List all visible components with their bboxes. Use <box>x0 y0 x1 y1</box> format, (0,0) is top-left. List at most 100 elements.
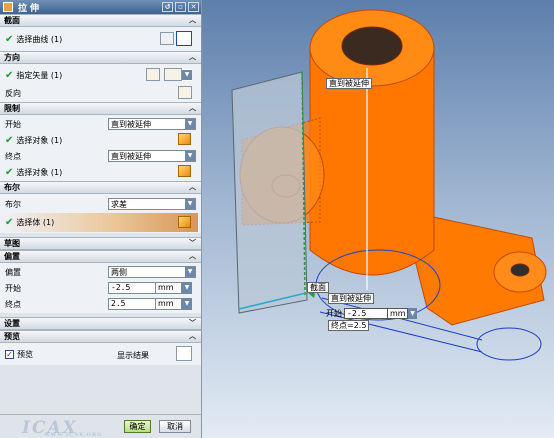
chevron-down-icon: ▼ <box>185 151 195 161</box>
end-limit-row: 终点 直到被延伸 ▼ <box>3 148 198 164</box>
section-header-section[interactable]: 截面 ︿ <box>0 14 201 27</box>
watermark-url: WWW.ICAX.ORG <box>44 432 103 438</box>
start-offset-overlay: 开始 -2.5 mm ▼ <box>326 307 417 319</box>
extrude-icon <box>3 2 13 12</box>
limit-tag-bottom[interactable]: 直到被延伸 <box>328 293 374 304</box>
icax-watermark-logo: ICAX WWW.ICAX.ORG <box>22 418 132 438</box>
checkmark-icon: ✔ <box>5 166 14 178</box>
ok-button[interactable]: 确定 <box>124 420 151 433</box>
extrude-dialog: 拉伸 ↺ ▫ ✕ 截面 ︿ ✔ 选择曲线 (1) 方向 ︿ ✔ 指定矢量 (1)… <box>0 0 202 438</box>
boolean-row: 布尔 求差 ▼ <box>3 195 198 213</box>
cancel-button[interactable]: 取消 <box>159 420 191 433</box>
chevron-up-icon[interactable]: ︿ <box>188 104 197 113</box>
section-title: 设置 <box>4 319 20 328</box>
section-title: 预览 <box>4 332 20 341</box>
vector-type-icon[interactable] <box>164 68 182 81</box>
reverse-row: 反向 <box>3 85 198 101</box>
checkmark-icon: ✔ <box>5 217 14 228</box>
chevron-up-icon[interactable]: ︿ <box>188 252 197 261</box>
offset-type-row: 偏置 两侧 ▼ <box>3 264 198 280</box>
show-result-label: 显示结果 <box>117 351 149 360</box>
chevron-down-icon: ▼ <box>185 267 195 277</box>
lower-hole <box>510 263 530 277</box>
offset-end-value[interactable]: 2.5 <box>108 298 156 310</box>
offset-start-value[interactable]: -2.5 <box>108 282 156 294</box>
preview-checkbox[interactable]: ✓ <box>5 349 14 359</box>
offset-type-select[interactable]: 两侧 ▼ <box>108 266 196 278</box>
section-header-draft[interactable]: 草图 ﹀ <box>0 237 201 250</box>
chevron-up-icon[interactable]: ︿ <box>188 183 197 192</box>
checkmark-icon: ✔ <box>5 33 14 45</box>
checkmark-icon: ✔ <box>5 69 14 81</box>
start-limit-select[interactable]: 直到被延伸 ▼ <box>108 118 196 130</box>
select-body-label: 选择体 (1) <box>16 218 55 227</box>
section-title: 方向 <box>4 53 20 62</box>
end-select-object-label: 选择对象 (1) <box>16 167 63 177</box>
overlay-start-input[interactable]: -2.5 <box>344 307 388 319</box>
chevron-up-icon[interactable]: ︿ <box>188 53 197 62</box>
maximize-icon[interactable]: ▫ <box>175 2 186 12</box>
chevron-down-icon[interactable]: ▼ <box>182 282 192 294</box>
preview-row: ✓ 预览 显示结果 <box>3 344 198 364</box>
section-plane <box>231 71 308 314</box>
chevron-up-icon[interactable]: ︿ <box>188 16 197 25</box>
start-select-object-row[interactable]: ✔ 选择对象 (1) <box>3 132 198 148</box>
chevron-down-icon: ▼ <box>185 119 195 129</box>
overlay-start-unit: mm <box>388 307 408 319</box>
offset-end-input[interactable]: 2.5 mm ▼ <box>108 298 196 310</box>
section-header-preview[interactable]: 预览 ︿ <box>0 330 201 343</box>
dialog-title: 拉伸 <box>18 3 43 14</box>
cylinder-bore <box>341 26 403 66</box>
offset-start-input[interactable]: -2.5 mm ▼ <box>108 282 196 294</box>
chevron-down-icon[interactable]: ▼ <box>182 298 192 310</box>
chevron-down-icon[interactable]: ▼ <box>408 307 417 319</box>
section-header-boolean[interactable]: 布尔 ︿ <box>0 181 201 194</box>
close-icon[interactable]: ✕ <box>188 2 199 12</box>
reset-icon[interactable]: ↺ <box>162 2 173 12</box>
end-limit-select[interactable]: 直到被延伸 ▼ <box>108 150 196 162</box>
sketch-section-icon[interactable] <box>160 32 174 45</box>
offset-start-unit: mm <box>156 282 182 294</box>
vector-dialog-icon[interactable] <box>146 68 160 81</box>
section-header-limits[interactable]: 限制 ︿ <box>0 102 201 115</box>
vector-type-dropdown[interactable]: ▼ <box>182 69 192 81</box>
graphics-viewport[interactable]: 直到被延伸 截面 直到被延伸 开始 -2.5 mm ▼ 终点=2.5 <box>202 0 554 438</box>
offset-type-value: 两侧 <box>111 267 127 277</box>
cube-icon[interactable] <box>178 133 191 145</box>
section-tag: 截面 <box>307 282 329 293</box>
limit-tag-top[interactable]: 直到被延伸 <box>326 78 372 89</box>
section-title: 草图 <box>4 239 20 248</box>
section-header-settings[interactable]: 设置 ﹀ <box>0 317 201 330</box>
curve-select-icon[interactable] <box>176 31 192 46</box>
checkmark-icon: ✔ <box>5 134 14 146</box>
offset-end-unit: mm <box>156 298 182 310</box>
end-limit-value: 直到被延伸 <box>111 151 151 161</box>
dialog-titlebar: 拉伸 ↺ ▫ ✕ <box>0 0 201 14</box>
chevron-down-icon[interactable]: ﹀ <box>188 239 197 248</box>
specify-vector-row[interactable]: ✔ 指定矢量 (1) ▼ <box>3 65 198 85</box>
chevron-down-icon: ▼ <box>185 199 195 209</box>
reverse-direction-icon[interactable] <box>178 86 192 99</box>
section-title: 布尔 <box>4 183 20 192</box>
cube-icon[interactable] <box>178 165 191 177</box>
preview-label: 预览 <box>17 349 33 359</box>
section-header-direction[interactable]: 方向 ︿ <box>0 51 201 64</box>
reverse-label: 反向 <box>5 88 21 98</box>
start-limit-value: 直到被延伸 <box>111 119 151 129</box>
start-select-object-label: 选择对象 (1) <box>16 135 63 145</box>
start-limit-row: 开始 直到被延伸 ▼ <box>3 116 198 132</box>
select-body-row[interactable]: ✔ 选择体 (1) <box>3 213 198 232</box>
model-scene <box>231 9 547 361</box>
magnifier-icon[interactable] <box>176 346 192 361</box>
section-title: 截面 <box>4 16 20 25</box>
offset-end-row: 终点 2.5 mm ▼ <box>3 296 198 312</box>
boolean-value: 求差 <box>111 199 127 209</box>
cube-icon[interactable] <box>178 216 191 228</box>
chevron-up-icon[interactable]: ︿ <box>188 332 197 341</box>
select-curve-row[interactable]: ✔ 选择曲线 (1) <box>3 28 198 50</box>
section-header-offset[interactable]: 偏置 ︿ <box>0 250 201 263</box>
end-select-object-row[interactable]: ✔ 选择对象 (1) <box>3 164 198 180</box>
boolean-select[interactable]: 求差 ▼ <box>108 198 196 210</box>
section-title: 限制 <box>4 104 20 113</box>
chevron-down-icon[interactable]: ﹀ <box>188 319 197 328</box>
